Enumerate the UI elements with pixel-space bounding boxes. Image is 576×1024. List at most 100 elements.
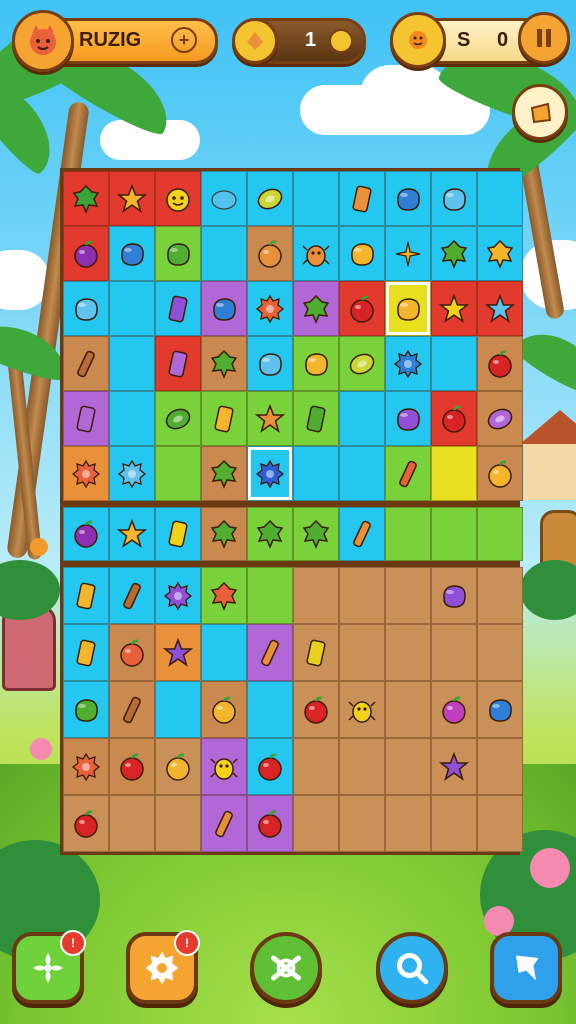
board-cell[interactable] — [63, 281, 109, 336]
board-lower-cell[interactable] — [477, 624, 523, 681]
board-cell[interactable] — [247, 226, 293, 281]
board-cell[interactable] — [339, 446, 385, 501]
board-cell[interactable] — [339, 391, 385, 446]
board-cell[interactable] — [109, 336, 155, 391]
board-lower-cell[interactable] — [63, 624, 109, 681]
board-cell[interactable] — [155, 391, 201, 446]
board-cell[interactable] — [431, 336, 477, 391]
board-cell[interactable] — [293, 446, 339, 501]
board-lower-cell[interactable] — [63, 681, 109, 738]
board-cell[interactable] — [431, 391, 477, 446]
board-cell[interactable] — [385, 171, 431, 226]
avatar[interactable] — [12, 10, 74, 72]
board-lower-cell[interactable] — [201, 624, 247, 681]
board-lower-cell[interactable] — [339, 795, 385, 852]
board-lower-cell[interactable] — [477, 795, 523, 852]
board-cell[interactable] — [201, 446, 247, 501]
board-lower-cell[interactable] — [109, 567, 155, 624]
board-cell[interactable] — [431, 171, 477, 226]
board-lower-cell[interactable] — [63, 567, 109, 624]
shuffle-button[interactable] — [250, 932, 322, 1004]
board-lower-cell[interactable] — [385, 795, 431, 852]
board-lower-cell[interactable] — [431, 681, 477, 738]
board-cell[interactable] — [201, 281, 247, 336]
board-cell[interactable] — [431, 226, 477, 281]
board-lower-cell[interactable] — [339, 567, 385, 624]
board-cell[interactable] — [63, 226, 109, 281]
hint-button[interactable] — [490, 932, 562, 1004]
board-cell[interactable] — [155, 281, 201, 336]
board-lower-cell[interactable] — [293, 567, 339, 624]
board-lower-cell[interactable] — [247, 738, 293, 795]
board-cell[interactable] — [431, 446, 477, 501]
board-lower-cell[interactable] — [155, 567, 201, 624]
middle-row-cell[interactable] — [155, 507, 201, 561]
board-cell[interactable] — [477, 281, 523, 336]
board-cell[interactable] — [109, 171, 155, 226]
board-lower-cell[interactable] — [109, 795, 155, 852]
board-lower-cell[interactable] — [201, 567, 247, 624]
board-cell[interactable] — [293, 336, 339, 391]
board-cell[interactable] — [201, 171, 247, 226]
board-cell[interactable] — [477, 446, 523, 501]
middle-row-cell[interactable] — [247, 507, 293, 561]
board-cell[interactable] — [63, 171, 109, 226]
board-cell[interactable] — [293, 281, 339, 336]
middle-row-cell[interactable] — [339, 507, 385, 561]
board-lower-cell[interactable] — [385, 624, 431, 681]
board-cell[interactable] — [293, 171, 339, 226]
board-cell[interactable] — [109, 446, 155, 501]
board-cell[interactable] — [339, 226, 385, 281]
middle-row-cell[interactable] — [477, 507, 523, 561]
board-cell[interactable] — [155, 336, 201, 391]
board-cell[interactable] — [431, 281, 477, 336]
board-cell[interactable] — [63, 336, 109, 391]
board-lower-cell[interactable] — [431, 738, 477, 795]
board-lower-cell[interactable] — [293, 624, 339, 681]
board-lower-cell[interactable] — [63, 738, 109, 795]
board-lower-cell[interactable] — [109, 681, 155, 738]
board-cell[interactable] — [247, 281, 293, 336]
board-lower-cell[interactable] — [293, 738, 339, 795]
board-cell[interactable] — [385, 281, 431, 336]
add-icon[interactable]: + — [171, 27, 197, 53]
board-cell[interactable] — [293, 226, 339, 281]
board-cell[interactable] — [477, 171, 523, 226]
board-cell[interactable] — [385, 391, 431, 446]
board-lower-cell[interactable] — [385, 738, 431, 795]
settings-button[interactable]: ! — [126, 930, 200, 1004]
flower-button[interactable]: ! — [12, 930, 86, 1004]
board-cell[interactable] — [109, 281, 155, 336]
board-lower-cell[interactable] — [339, 624, 385, 681]
board-lower-cell[interactable] — [155, 681, 201, 738]
board-lower-cell[interactable] — [385, 567, 431, 624]
board-lower-cell[interactable] — [431, 795, 477, 852]
board-cell[interactable] — [477, 336, 523, 391]
board-lower-cell[interactable] — [247, 681, 293, 738]
board-lower-cell[interactable] — [201, 795, 247, 852]
board-cell[interactable] — [247, 391, 293, 446]
board-cell[interactable] — [201, 226, 247, 281]
board-lower-cell[interactable] — [201, 681, 247, 738]
board-lower-cell[interactable] — [201, 738, 247, 795]
board-lower-cell[interactable] — [477, 567, 523, 624]
board-lower-cell[interactable] — [155, 738, 201, 795]
board-cell[interactable] — [339, 171, 385, 226]
board-cell[interactable] — [63, 446, 109, 501]
add-coins-icon[interactable] — [329, 29, 353, 53]
search-button[interactable] — [376, 932, 448, 1004]
middle-row-cell[interactable] — [385, 507, 431, 561]
board-cell[interactable] — [109, 391, 155, 446]
board-cell[interactable] — [385, 226, 431, 281]
board-cell[interactable] — [155, 171, 201, 226]
middle-row-cell[interactable] — [109, 507, 155, 561]
board-cell[interactable] — [63, 391, 109, 446]
middle-row-cell[interactable] — [201, 507, 247, 561]
shop-button[interactable] — [512, 84, 568, 140]
board-cell[interactable] — [477, 226, 523, 281]
board-cell[interactable] — [247, 336, 293, 391]
board-lower-cell[interactable] — [155, 795, 201, 852]
board-cell[interactable] — [155, 446, 201, 501]
board-cell[interactable] — [477, 391, 523, 446]
board-cell[interactable] — [201, 336, 247, 391]
